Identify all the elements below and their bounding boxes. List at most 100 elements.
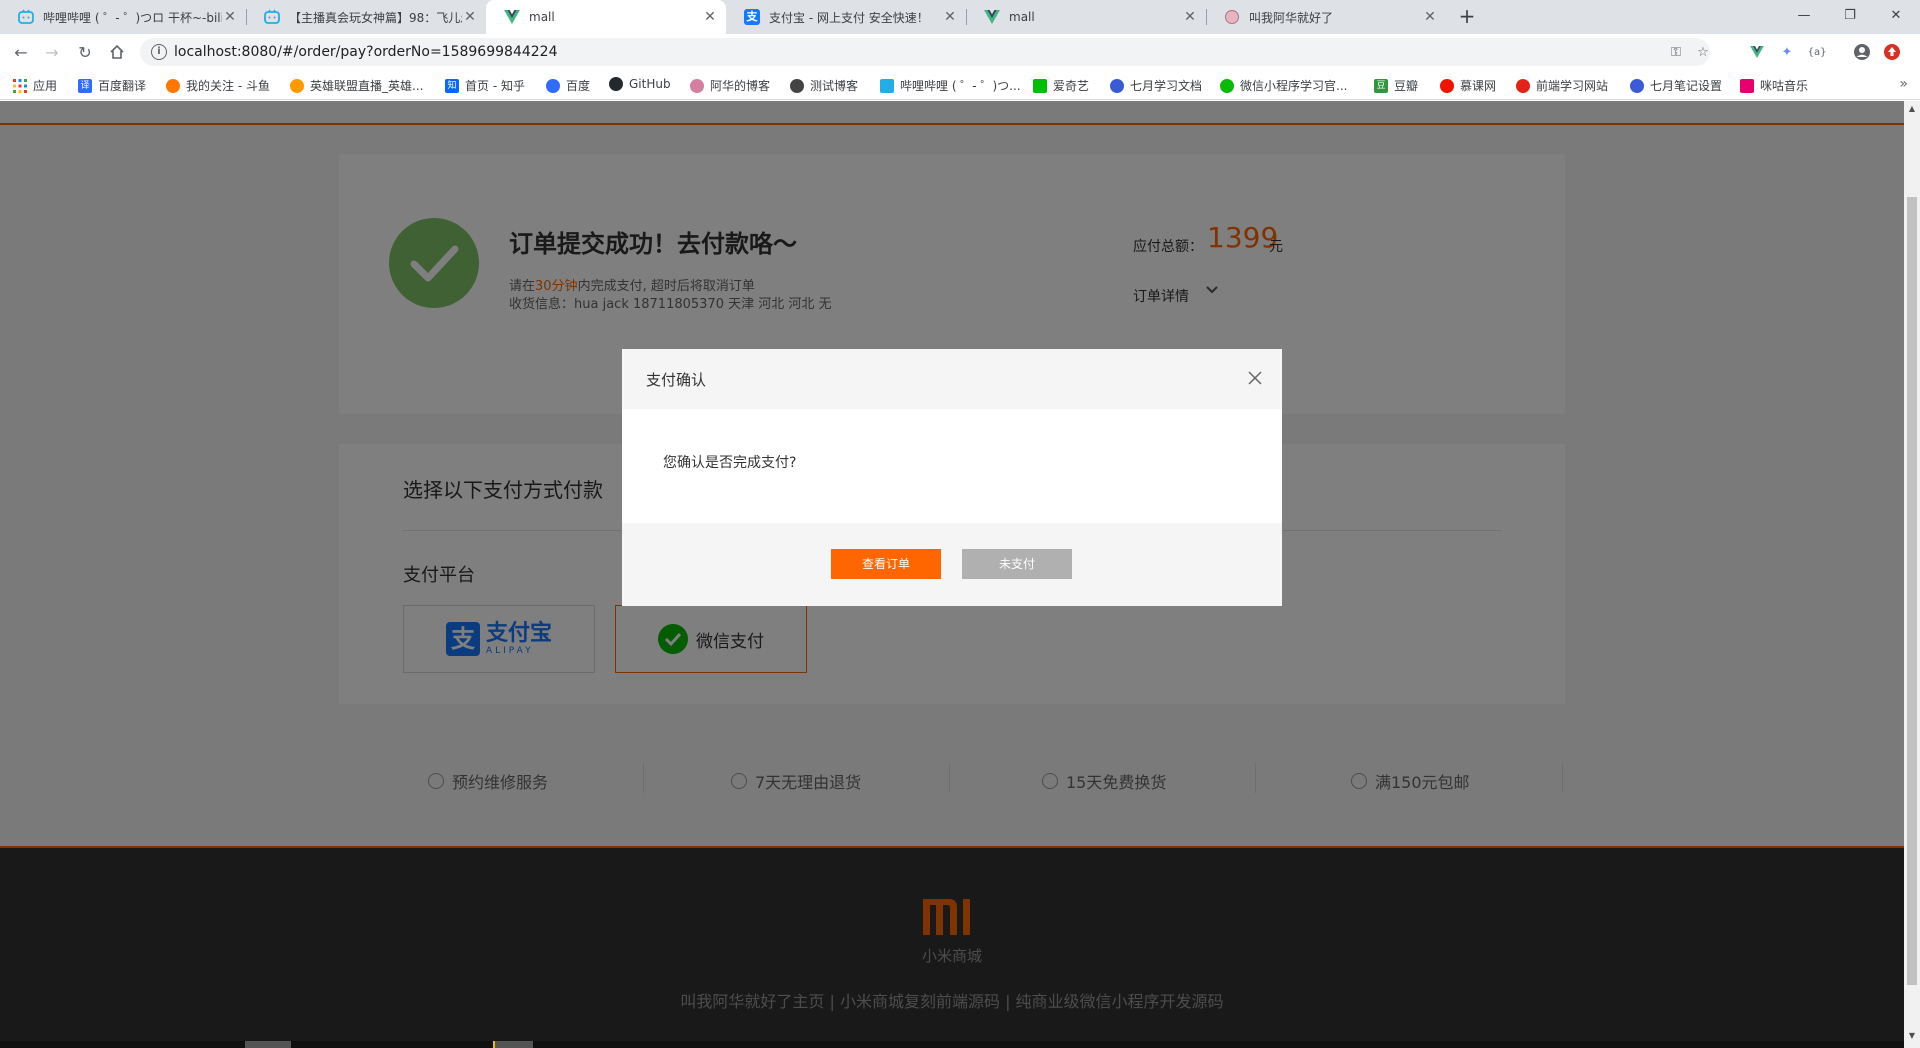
scroll-down-icon[interactable]: ▼ (1907, 1031, 1917, 1041)
bookmark-label: 我的关注 - 斗鱼 (186, 79, 270, 93)
tab-mall-active[interactable]: mall ✕ (486, 0, 726, 34)
bookmark-item[interactable]: 知首页 - 知乎 (445, 77, 525, 94)
bookmark-item[interactable]: 测试博客 (790, 77, 858, 94)
globe-icon (790, 78, 804, 93)
tab-title: mall (1009, 10, 1035, 24)
tab-title: 哔哩哔哩 ( ゜- ゜)つロ 干杯~-bilibili (43, 10, 222, 25)
profile-icon[interactable] (1853, 43, 1871, 61)
bookmarks-overflow-icon[interactable]: » (1899, 76, 1908, 92)
bookmark-label: 豆瓣 (1394, 79, 1419, 93)
bookmark-label: 百度翻译 (98, 79, 147, 93)
page-scrollbar[interactable]: ▲ ▼ (1904, 101, 1920, 1048)
maximize-button[interactable]: ❐ (1827, 0, 1873, 30)
bookmark-item[interactable]: 英雄联盟直播_英雄... (290, 77, 423, 94)
close-icon[interactable]: ✕ (462, 9, 478, 25)
bookmark-label: 慕课网 (1460, 79, 1497, 93)
bookmarks-bar: 应用 译百度翻译 我的关注 - 斗鱼 英雄联盟直播_英雄... 知首页 - 知乎… (0, 70, 1920, 100)
back-button[interactable]: ← (10, 41, 32, 63)
close-icon[interactable]: ✕ (942, 9, 958, 25)
home-button[interactable] (106, 41, 128, 63)
bookmark-item[interactable]: 应用 (13, 77, 57, 94)
update-icon[interactable] (1883, 43, 1901, 61)
bilibili-icon (880, 78, 894, 93)
info-icon[interactable]: i (151, 44, 167, 60)
wechat-icon (1220, 78, 1234, 93)
forward-button[interactable]: → (41, 41, 63, 63)
bookmark-item[interactable]: 豆豆瓣 (1374, 77, 1418, 94)
huya-icon (290, 78, 304, 93)
tab-title: mall (529, 10, 555, 24)
bookmark-label: 应用 (33, 79, 58, 93)
tab-title: 支付宝 - 网上支付 安全快速！ (769, 10, 929, 25)
taskbar-item[interactable] (245, 1041, 291, 1048)
bookmark-item[interactable]: 爱奇艺 (1033, 77, 1089, 94)
minimize-button[interactable]: — (1781, 0, 1827, 30)
apps-grid-icon (13, 78, 27, 93)
tab-title: 【主播真会玩女神篇】98：飞儿乐团 (289, 10, 462, 25)
bookmark-item[interactable]: 微信小程序学习官... (1220, 77, 1347, 94)
scroll-thumb[interactable] (1907, 197, 1917, 985)
url-text[interactable]: localhost:8080/#/order/pay?orderNo=15896… (174, 44, 557, 60)
taskbar-item[interactable] (493, 1041, 533, 1048)
not-paid-button[interactable]: 未支付 (962, 549, 1072, 579)
close-icon[interactable]: ✕ (1182, 9, 1198, 25)
page-viewport: 订单提交成功！去付款咯～ 请在30分钟内完成支付, 超时后将取消订单 收货信息：… (0, 101, 1904, 1048)
iqiyi-icon (1033, 78, 1047, 93)
close-icon[interactable] (1246, 369, 1264, 387)
vue-devtools-icon[interactable] (1748, 43, 1766, 61)
address-bar[interactable]: i localhost:8080/#/order/pay?orderNo=158… (140, 38, 1710, 66)
baidu-paw-icon (546, 78, 560, 93)
dialog-title: 支付确认 (646, 371, 707, 389)
bookmark-label: 测试博客 (810, 79, 859, 93)
bookmark-item[interactable]: 慕课网 (1440, 77, 1496, 94)
bookmark-label: 哔哩哔哩 ( ゜- ゜)つ... (900, 79, 1021, 93)
tab-blog[interactable]: 叫我阿华就好了 ✕ (1206, 0, 1446, 34)
bookmark-label: 咪咕音乐 (1760, 79, 1809, 93)
bookmark-label: 首页 - 知乎 (465, 79, 525, 93)
bookmark-item[interactable]: GitHub (609, 77, 671, 91)
github-icon (609, 77, 623, 91)
scroll-up-icon[interactable]: ▲ (1907, 104, 1917, 114)
bookmark-item[interactable]: 阿华的博客 (690, 77, 770, 94)
key-icon[interactable]: ⚿ (1667, 43, 1685, 61)
reload-button[interactable]: ↻ (74, 41, 96, 63)
docs-icon (1110, 78, 1124, 93)
bookmark-item[interactable]: 译百度翻译 (78, 77, 146, 94)
dialog-footer: 查看订单 未支付 (622, 523, 1282, 606)
bookmark-item[interactable]: 哔哩哔哩 ( ゜- ゜)つ... (880, 77, 1021, 94)
tab-mall[interactable]: mall ✕ (966, 0, 1206, 34)
alipay-icon: 支 (744, 9, 760, 25)
close-window-button[interactable]: ✕ (1873, 0, 1919, 30)
new-tab-button[interactable]: + (1455, 5, 1479, 29)
browser-toolbar: ← → ↻ i localhost:8080/#/order/pay?order… (0, 34, 1920, 70)
json-extension-icon[interactable]: {a} (1808, 43, 1827, 61)
dialog-message: 您确认是否完成支付? (663, 455, 797, 471)
bilibili-icon (264, 9, 280, 25)
star-icon[interactable]: ☆ (1694, 43, 1712, 61)
translate-icon: 译 (78, 78, 92, 93)
bookmark-item[interactable]: 咪咕音乐 (1740, 77, 1808, 94)
taskbar-active-indicator (493, 1041, 495, 1048)
bookmark-item[interactable]: 七月学习文档 (1110, 77, 1202, 94)
tab-alipay[interactable]: 支 支付宝 - 网上支付 安全快速！ ✕ (726, 0, 966, 34)
bookmark-label: 微信小程序学习官... (1240, 79, 1348, 93)
close-icon[interactable]: ✕ (222, 9, 238, 25)
bookmark-label: 七月学习文档 (1130, 79, 1203, 93)
view-order-button[interactable]: 查看订单 (831, 549, 941, 579)
vue-icon (504, 9, 520, 25)
bookmark-item[interactable]: 我的关注 - 斗鱼 (166, 77, 270, 94)
close-icon[interactable]: ✕ (702, 9, 718, 25)
bookmark-label: 百度 (566, 79, 591, 93)
zhihu-icon: 知 (445, 78, 459, 93)
tab-bilibili[interactable]: 哔哩哔哩 ( ゜- ゜)つロ 干杯~-bilibili ✕ (0, 0, 246, 34)
extension-icon[interactable]: ✦ (1778, 43, 1796, 61)
tab-strip: 哔哩哔哩 ( ゜- ゜)つロ 干杯~-bilibili ✕ 【主播真会玩女神篇】… (0, 0, 1920, 34)
bookmark-item[interactable]: 百度 (546, 77, 590, 94)
migu-icon (1740, 78, 1754, 93)
tab-bilibili-video[interactable]: 【主播真会玩女神篇】98：飞儿乐团 ✕ (246, 0, 486, 34)
bookmark-label: 爱奇艺 (1053, 79, 1090, 93)
close-icon[interactable]: ✕ (1422, 9, 1438, 25)
bookmark-item[interactable]: 七月笔记设置 (1630, 77, 1722, 94)
bookmark-item[interactable]: 前端学习网站 (1516, 77, 1608, 94)
tab-title: 叫我阿华就好了 (1249, 10, 1334, 25)
